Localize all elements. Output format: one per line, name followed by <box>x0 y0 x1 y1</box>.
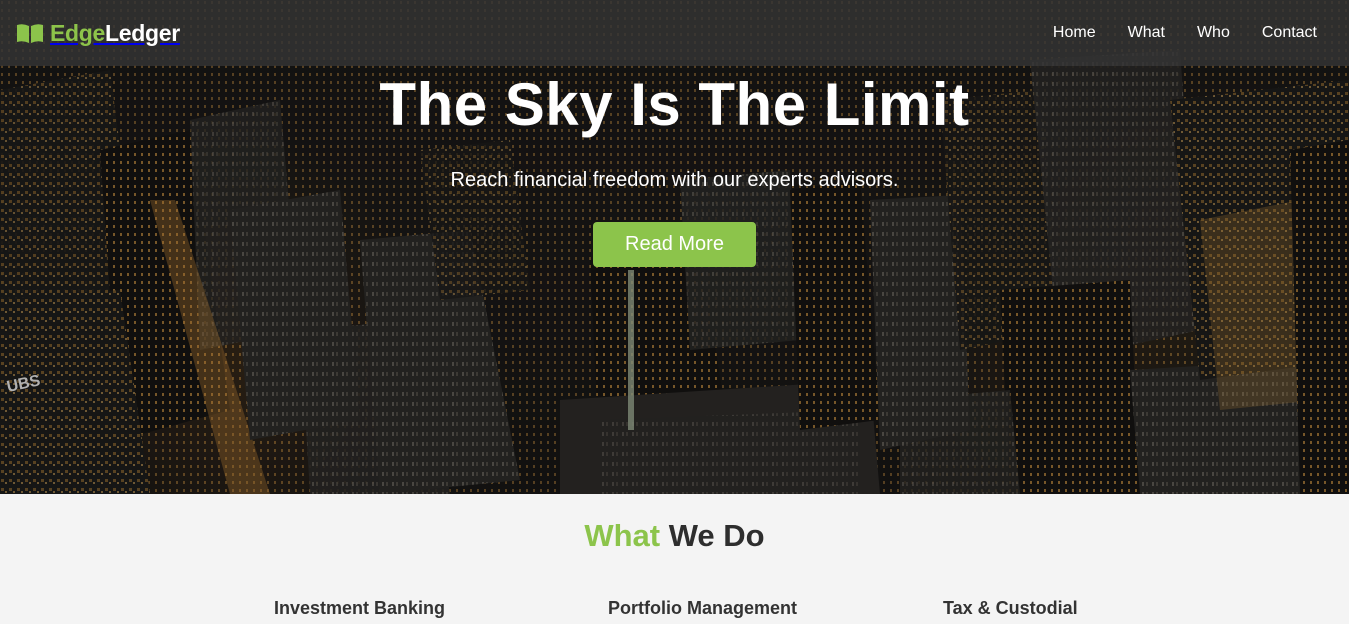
hero-subtitle: Reach financial freedom with our experts… <box>450 169 899 191</box>
section-title: What We Do <box>0 518 1349 554</box>
what-we-do-section: What We Do Investment Banking Portfolio … <box>0 494 1349 624</box>
brand-name: Ledger <box>105 19 180 46</box>
navbar: Edge Ledger Home What Who Contact <box>0 0 1349 66</box>
nav-home[interactable]: Home <box>1037 16 1112 50</box>
nav-what[interactable]: What <box>1112 16 1181 50</box>
nav-contact[interactable]: Contact <box>1246 16 1333 50</box>
nav-who[interactable]: Who <box>1181 16 1246 50</box>
section-title-rest: We Do <box>660 518 765 553</box>
section-title-accent: What <box>584 518 661 553</box>
open-book-icon <box>17 24 43 43</box>
service-portfolio-management: Portfolio Management <box>608 598 798 618</box>
service-tax-custodial: Tax & Custodial <box>943 598 1078 618</box>
brand-name-accent: Edge <box>50 19 106 46</box>
service-investment-banking: Investment Banking <box>274 598 446 618</box>
read-more-button[interactable]: Read More <box>593 222 756 267</box>
hero-title: The Sky Is The Limit <box>379 71 970 138</box>
main-nav: Home What Who Contact <box>1037 16 1333 50</box>
hero-content: The Sky Is The Limit Reach financial fre… <box>0 66 1349 267</box>
brand-logo[interactable]: Edge Ledger <box>16 20 180 47</box>
